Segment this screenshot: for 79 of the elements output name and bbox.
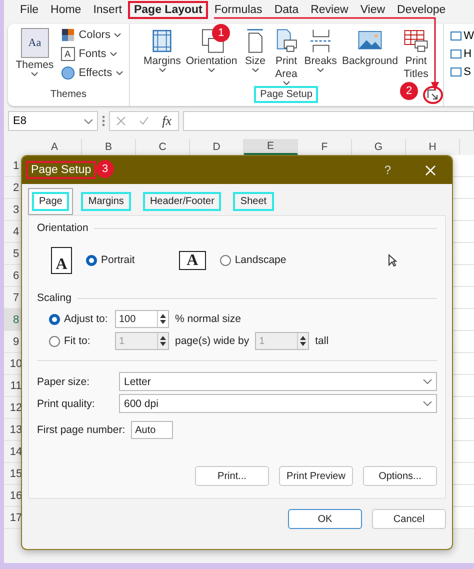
group-label: Page Setup [254, 86, 318, 103]
frame-icon [450, 48, 462, 60]
ribbon-button[interactable]: Size [240, 28, 270, 72]
ribbon-tab[interactable]: Home [44, 1, 88, 19]
effects-circle-icon [60, 66, 75, 80]
page-letter-icon: A [51, 246, 72, 274]
section-label: Orientation [37, 222, 88, 234]
radio-option[interactable]: Landscape [220, 254, 286, 266]
themes-icon: Aa [20, 28, 49, 58]
ribbon-tab[interactable]: Develope [391, 1, 452, 19]
name-box[interactable]: E8 [8, 111, 98, 131]
column-header[interactable]: E [244, 139, 298, 155]
close-icon[interactable] [425, 164, 436, 176]
themes-button[interactable]: Aa Themes [14, 28, 56, 76]
ribbon-button[interactable]: Print Area [271, 28, 302, 85]
help-button[interactable]: ? [378, 162, 397, 178]
section-label: Scaling [37, 292, 72, 304]
spin-arrows-icon[interactable] [160, 313, 166, 325]
ribbon-small-button[interactable]: Effects [60, 66, 124, 80]
dialog-button[interactable]: Options... [363, 466, 437, 486]
ribbon-tab[interactable]: Data [268, 1, 305, 19]
spin-arrows-icon[interactable] [300, 335, 306, 347]
field-label: page(s) wide by [175, 335, 250, 347]
chevron-down-icon [423, 401, 432, 406]
ribbon-tab[interactable]: File [14, 1, 45, 19]
ribbon-small-button[interactable]: Colors [60, 28, 124, 42]
ribbon-small-button[interactable]: S [450, 66, 474, 78]
font-letter-icon: A [60, 47, 75, 61]
field-label: Paper size: [37, 376, 91, 388]
field-label: Print quality: [37, 398, 96, 410]
ribbon-tab[interactable]: Insert [87, 1, 128, 19]
print-quality-dropdown[interactable]: 600 dpi [119, 394, 437, 413]
formula-input[interactable] [183, 111, 474, 131]
ribbon-button[interactable]: Background [340, 28, 400, 67]
ribbon-button[interactable]: Print Titles [400, 28, 431, 80]
ribbon-small-button[interactable]: W [450, 30, 474, 42]
caret-icon [116, 71, 124, 75]
chevron-down-icon [84, 118, 93, 124]
radio-option[interactable]: Portrait [86, 254, 135, 266]
ribbon-tab[interactable]: Formulas [208, 1, 268, 19]
check-icon[interactable] [139, 116, 150, 126]
frame-icon [450, 30, 462, 42]
group-label: Themes [49, 88, 88, 102]
table-printer-icon [402, 28, 429, 54]
dialog-button[interactable]: Print... [195, 466, 269, 486]
ribbon-tab[interactable]: View [354, 1, 392, 19]
field-label: First page number: [37, 424, 126, 436]
ribbon-tab[interactable]: Page Layout [128, 1, 208, 19]
page-letter-icon: A [178, 250, 206, 270]
ribbon-tab[interactable]: Review [304, 1, 354, 19]
dialog-button[interactable]: Cancel [372, 509, 446, 529]
color-swatch-icon [60, 28, 75, 42]
dialog-tab[interactable]: Header/Footer [142, 192, 222, 211]
caret-icon [114, 33, 122, 37]
radio-option[interactable]: Fit to: [49, 335, 109, 347]
ribbon-small-button[interactable]: H [450, 48, 474, 60]
dialog-title: Page Setup [26, 161, 96, 179]
dialog-button[interactable]: OK [288, 509, 362, 529]
input-field[interactable]: Auto [131, 421, 174, 439]
paper-size-dropdown[interactable]: Letter [119, 372, 437, 391]
chevron-down-icon [423, 379, 432, 384]
field-label: % normal size [175, 313, 241, 325]
ribbon-button[interactable]: Margins [142, 28, 183, 72]
drag-handle-icon[interactable] [102, 115, 105, 127]
frame-icon [450, 66, 462, 78]
mouse-pointer-icon [388, 254, 397, 266]
spin-arrows-icon[interactable] [160, 335, 166, 347]
ribbon-button[interactable]: Breaks [302, 28, 339, 72]
radio-option[interactable]: Adjust to: [49, 313, 109, 325]
ribbon-small-button[interactable]: A Fonts [60, 47, 124, 61]
caret-icon [110, 52, 118, 56]
dialog-tab[interactable]: Margins [81, 192, 131, 211]
dialog-launcher-button[interactable] [426, 89, 439, 101]
insert-function-button[interactable]: fx [162, 113, 172, 129]
field-label: tall [315, 335, 329, 347]
dialog-tab[interactable]: Sheet [233, 192, 274, 211]
dialog-button[interactable]: Print Preview [279, 466, 353, 486]
spin-box[interactable]: 100 [115, 310, 169, 328]
caret-icon [31, 72, 38, 76]
